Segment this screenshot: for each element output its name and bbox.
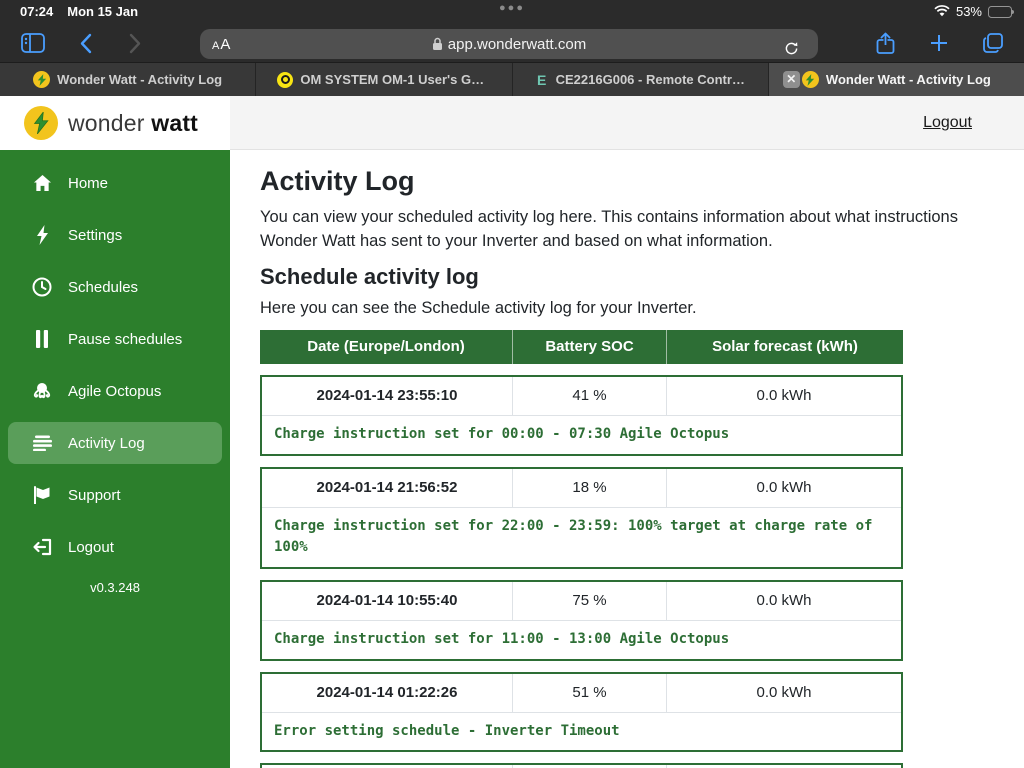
entry-soc: 18 % [513, 469, 667, 507]
tab-label: OM SYSTEM OM-1 User's Guide b... [300, 72, 490, 87]
status-bar: 07:24 Mon 15 Jan ●●● 53% [0, 0, 1024, 24]
sidebar-item-schedules[interactable]: Schedules [8, 266, 222, 308]
letter-e-favicon: E [535, 72, 549, 88]
wonderwatt-favicon [802, 71, 819, 88]
entry-date: 2024-01-14 01:22:26 [262, 674, 513, 712]
entry-soc: 41 % [513, 377, 667, 415]
sidebar-item-label: Pause schedules [68, 331, 182, 348]
entry-soc: 51 % [513, 674, 667, 712]
col-header-date: Date (Europe/London) [260, 330, 513, 364]
entry-solar: 0.0 kWh [667, 377, 901, 415]
log-entry-card: 2024-01-14 23:55:10 41 % 0.0 kWh Charge … [260, 375, 903, 456]
status-date: Mon 15 Jan [67, 4, 138, 19]
table-header-row: Date (Europe/London) Battery SOC Solar f… [260, 330, 903, 364]
safari-toolbar: AA app.wonderwatt.com [0, 24, 1024, 62]
sidebar-item-support[interactable]: Support [8, 474, 222, 516]
entry-date: 2024-01-14 21:56:52 [262, 469, 513, 507]
tab-label: Wonder Watt - Activity Log [826, 72, 991, 87]
sidebar-item-logout[interactable]: Logout [8, 526, 222, 568]
list-icon [32, 433, 52, 453]
url-text: app.wonderwatt.com [448, 36, 586, 53]
octopus-icon [32, 381, 52, 401]
entry-message: Charge instruction set for 22:00 - 23:59… [262, 508, 901, 567]
tab-label: CE2216G006 - Remote Control | g... [556, 72, 746, 87]
col-header-soc: Battery SOC [513, 330, 667, 364]
sidebar-item-label: Support [68, 487, 121, 504]
log-entry-card-partial [260, 763, 903, 768]
tab-wonder-watt-active[interactable]: ✕ Wonder Watt - Activity Log [769, 63, 1024, 96]
activity-table: Date (Europe/London) Battery SOC Solar f… [260, 330, 903, 768]
browser-chrome: 07:24 Mon 15 Jan ●●● 53% [0, 0, 1024, 96]
logout-icon [32, 537, 52, 557]
section-title: Schedule activity log [260, 264, 1024, 290]
bolt-icon [32, 225, 52, 245]
tab-wonder-watt-1[interactable]: Wonder Watt - Activity Log [0, 63, 256, 96]
log-entry-card: 2024-01-14 10:55:40 75 % 0.0 kWh Charge … [260, 580, 903, 661]
status-time: 07:24 [20, 4, 53, 19]
page-header: wonder watt Logout [0, 96, 1024, 150]
entry-message: Error setting schedule - Inverter Timeou… [262, 713, 901, 751]
entry-solar: 0.0 kWh [667, 674, 901, 712]
header-bar: Logout [230, 96, 1024, 150]
forward-button[interactable] [118, 28, 152, 58]
battery-percent: 53% [956, 4, 982, 19]
reader-view-button[interactable]: AA [212, 36, 231, 53]
home-icon [32, 173, 52, 193]
multitask-handle-icon: ●●● [499, 2, 525, 14]
entry-date: 2024-01-14 10:55:40 [262, 582, 513, 620]
sidebar-item-activity-log[interactable]: Activity Log [8, 422, 222, 464]
sidebar-item-label: Settings [68, 227, 122, 244]
pause-icon [32, 329, 52, 349]
wonderwatt-favicon [33, 71, 50, 88]
sidebar-item-label: Agile Octopus [68, 383, 161, 400]
entry-soc: 75 % [513, 582, 667, 620]
battery-icon [988, 6, 1012, 18]
reload-button[interactable] [774, 33, 808, 63]
wifi-icon [934, 5, 950, 18]
entry-message: Charge instruction set for 11:00 - 13:00… [262, 621, 901, 659]
app-version: v0.3.248 [0, 580, 230, 595]
clock-icon [32, 277, 52, 297]
log-entry-card: 2024-01-14 01:22:26 51 % 0.0 kWh Error s… [260, 672, 903, 753]
sidebar-toggle-icon[interactable] [16, 28, 50, 58]
entry-solar: 0.0 kWh [667, 582, 901, 620]
tab-remote-control[interactable]: E CE2216G006 - Remote Control | g... [513, 63, 769, 96]
section-intro: Here you can see the Schedule activity l… [260, 299, 1024, 318]
sidebar-item-pause-schedules[interactable]: Pause schedules [8, 318, 222, 360]
sidebar-item-label: Schedules [68, 279, 138, 296]
main-content: Activity Log You can view your scheduled… [230, 150, 1024, 768]
sidebar-item-label: Activity Log [68, 435, 145, 452]
screen: 07:24 Mon 15 Jan ●●● 53% [0, 0, 1024, 768]
tab-label: Wonder Watt - Activity Log [57, 72, 222, 87]
entry-message: Charge instruction set for 00:00 - 07:30… [262, 416, 901, 454]
log-entry-card: 2024-01-14 21:56:52 18 % 0.0 kWh Charge … [260, 467, 903, 569]
sidebar-item-settings[interactable]: Settings [8, 214, 222, 256]
sidebar-item-home[interactable]: Home [8, 162, 222, 204]
new-tab-icon[interactable] [922, 28, 956, 58]
back-button[interactable] [68, 28, 102, 58]
tab-om-system[interactable]: OM SYSTEM OM-1 User's Guide b... [256, 63, 512, 96]
logo-wordmark: wonder watt [68, 110, 198, 137]
wonderwatt-logo: wonder watt [0, 96, 230, 150]
tab-bar: Wonder Watt - Activity Log OM SYSTEM OM-… [0, 62, 1024, 96]
lock-icon [432, 37, 443, 51]
logo-bolt-icon [24, 106, 58, 140]
entry-date: 2024-01-14 23:55:10 [262, 377, 513, 415]
header-logout-link[interactable]: Logout [923, 114, 972, 132]
sidebar-item-agile-octopus[interactable]: Agile Octopus [8, 370, 222, 412]
entry-solar: 0.0 kWh [667, 469, 901, 507]
share-icon[interactable] [868, 28, 902, 58]
sidebar-nav: Home Settings Schedules [0, 150, 230, 768]
close-tab-icon[interactable]: ✕ [783, 71, 800, 88]
sidebar-item-label: Logout [68, 539, 114, 556]
web-page: wonder watt Logout Home Settings [0, 96, 1024, 768]
page-title: Activity Log [260, 166, 1024, 197]
page-intro: You can view your scheduled activity log… [260, 206, 990, 254]
om-system-favicon [277, 72, 293, 88]
sidebar-item-label: Home [68, 175, 108, 192]
tabs-overview-icon[interactable] [976, 28, 1010, 58]
flag-icon [32, 485, 52, 505]
address-bar[interactable]: AA app.wonderwatt.com [200, 29, 818, 59]
col-header-solar: Solar forecast (kWh) [667, 330, 903, 364]
